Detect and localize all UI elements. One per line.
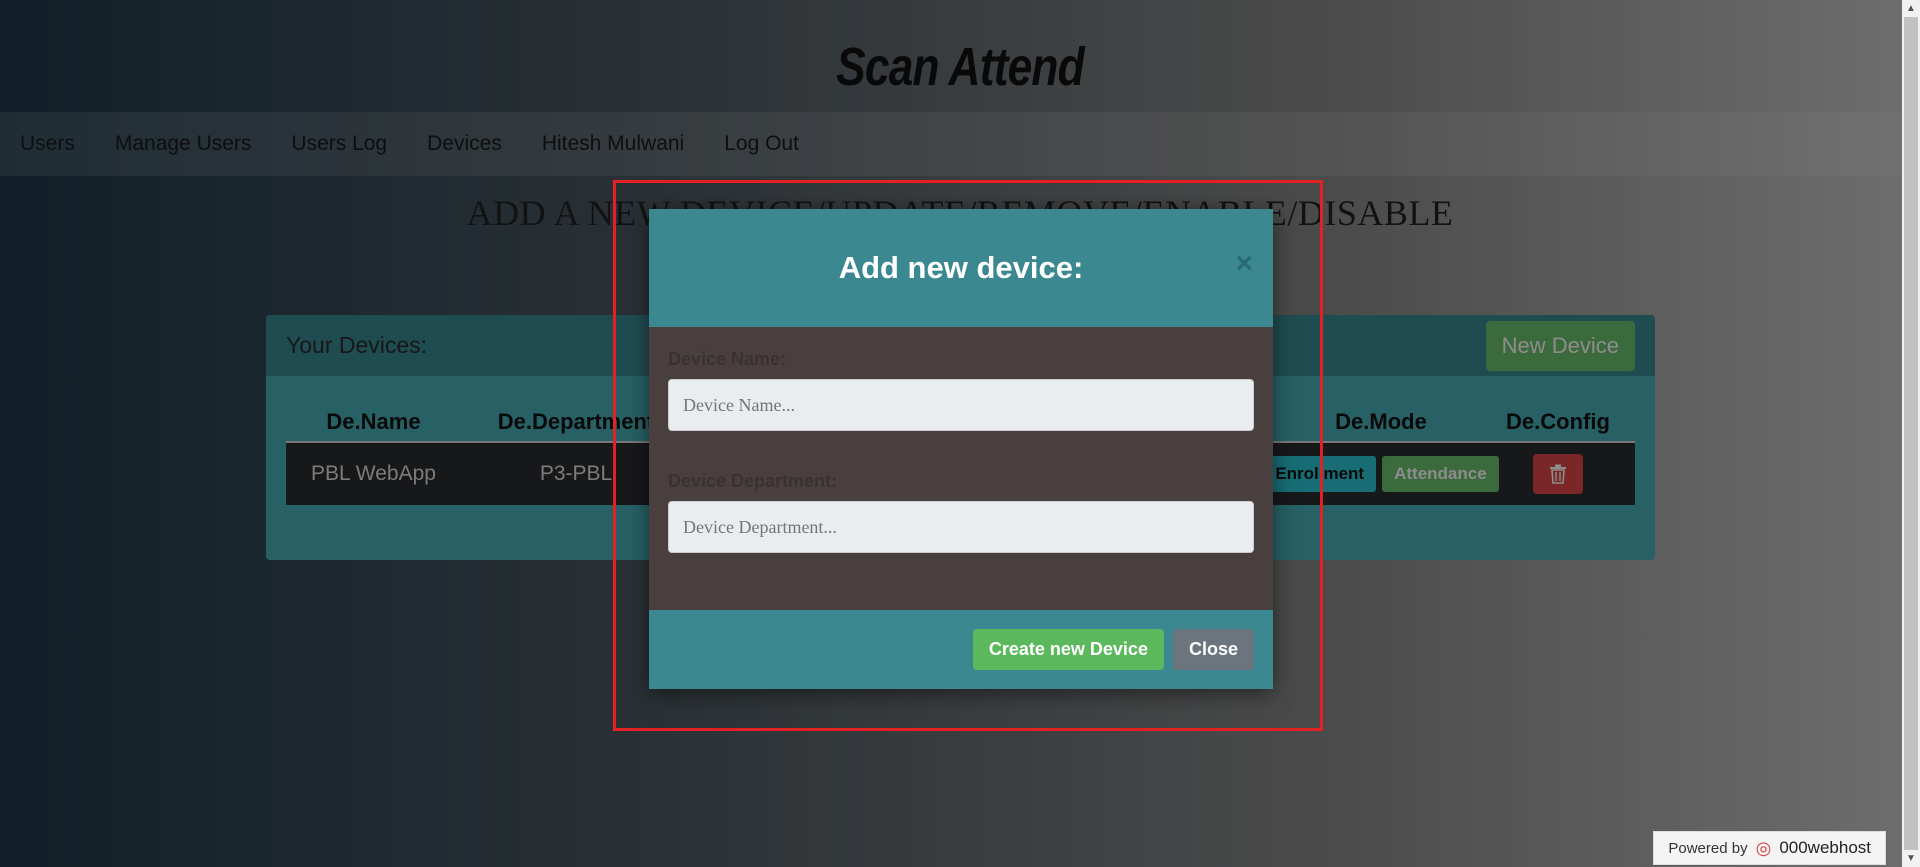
device-department-input[interactable]	[668, 501, 1254, 553]
device-department-group: Device Department:	[668, 471, 1254, 553]
close-button[interactable]: Close	[1172, 629, 1254, 670]
device-department-label: Device Department:	[668, 471, 838, 491]
vertical-scrollbar[interactable]: ▲ ▼	[1902, 0, 1920, 867]
powered-by-text: Powered by	[1668, 839, 1748, 857]
close-icon[interactable]: ×	[1235, 247, 1253, 281]
scroll-thumb[interactable]	[1904, 17, 1918, 850]
modal-header: Add new device: ×	[649, 209, 1273, 327]
webhost-name: 000webhost	[1779, 838, 1871, 857]
modal-body: Device Name: Device Department:	[649, 327, 1273, 610]
scroll-up-icon[interactable]: ▲	[1902, 0, 1920, 17]
create-device-button[interactable]: Create new Device	[972, 629, 1164, 670]
powered-by-badge[interactable]: Powered by ◎ 000webhost	[1653, 831, 1886, 865]
webhost-logo-icon: ◎	[1755, 837, 1772, 858]
device-name-input[interactable]	[668, 379, 1254, 431]
device-name-group: Device Name:	[668, 349, 1254, 431]
device-name-label: Device Name:	[668, 349, 787, 369]
scroll-down-icon[interactable]: ▼	[1902, 850, 1920, 867]
add-device-modal: Add new device: × Device Name: Device De…	[649, 209, 1273, 689]
modal-title: Add new device:	[838, 250, 1084, 285]
modal-footer: Create new Device Close	[649, 610, 1273, 689]
